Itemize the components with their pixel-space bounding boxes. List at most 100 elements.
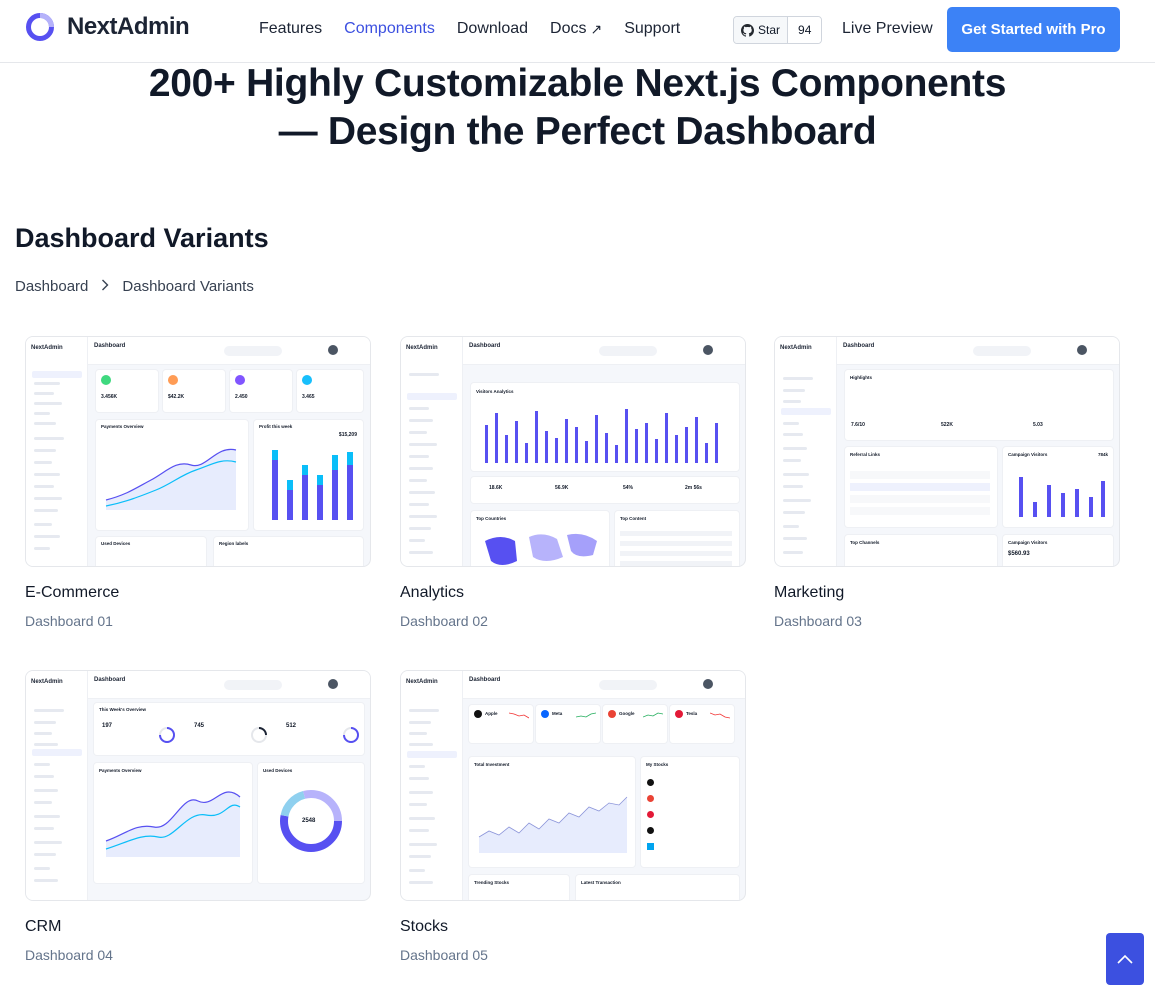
mini-topbar: Dashboard (463, 671, 745, 699)
mini-ticker-name: Meta (552, 711, 563, 716)
mini-stat-card: 3.465 (297, 370, 363, 412)
mini-topbar: Dashboard (88, 671, 370, 699)
mini-stat-card: 2.450 (230, 370, 292, 412)
nav-label: Docs (550, 20, 587, 37)
mini-stat-value: 3.465 (302, 394, 315, 400)
mini-progress-rings (159, 727, 359, 743)
mini-dashboard: NextAdmin Dashboard (775, 337, 1119, 566)
brand-logo[interactable]: NextAdmin (25, 12, 190, 42)
mini-stat-value: 2.450 (235, 394, 248, 400)
mini-bar-chart (1019, 477, 1105, 517)
dashboard-card-crm[interactable]: NextAdmin Dashboard This Week's Overview… (25, 670, 371, 963)
github-star-button[interactable]: Star 94 (733, 16, 823, 44)
dashboard-thumbnail[interactable]: NextAdmin Dashboard (25, 670, 371, 901)
mini-ticker-card: Apple (469, 705, 533, 743)
card-subtitle: Dashboard 01 (25, 613, 113, 629)
nav-support[interactable]: Support (624, 20, 680, 38)
main-nav: Features Components Download Docs ↗ Suppo… (259, 20, 702, 38)
mini-stat-value: 56.9K (555, 485, 569, 491)
mini-stat-value: 18.6K (489, 485, 503, 491)
mini-investment-chart: Total Investment (469, 757, 635, 867)
mini-payments-chart: Payments Overview (94, 763, 252, 883)
card-subtitle: Dashboard 05 (400, 947, 488, 963)
mini-devices-chart: Used Devices 2548 (258, 763, 364, 883)
mini-content-panel: Top Content (615, 511, 739, 566)
scroll-to-top-button[interactable] (1106, 933, 1144, 985)
nav-features[interactable]: Features (259, 20, 322, 38)
mini-profit-chart: Profit this week $15,209 (254, 420, 363, 530)
dashboard-thumbnail[interactable]: NextAdmin Dashboard (25, 336, 371, 567)
mini-highlights: Highlights 7.6/10 522K 5.03 (845, 370, 1113, 440)
mini-logo: NextAdmin (406, 345, 438, 351)
card-subtitle: Dashboard 02 (400, 613, 488, 629)
mini-topbar: Dashboard (88, 337, 370, 365)
nav-docs[interactable]: Docs ↗ (550, 20, 602, 38)
nav-label: Support (624, 20, 681, 37)
mini-sidebar: NextAdmin (401, 671, 463, 900)
mini-title: Dashboard (94, 677, 126, 683)
mini-stat-value: 2m 56s (685, 485, 702, 491)
github-star-label: Star (758, 23, 781, 37)
mini-title: Dashboard (94, 343, 126, 349)
mini-stat-card: $42.2K (163, 370, 225, 412)
mini-panel-title: Trending Stocks (474, 880, 510, 885)
mini-panel-title: Top Content (620, 516, 647, 521)
mini-panel-title: Latest Transaction (581, 880, 621, 885)
nav-download[interactable]: Download (457, 20, 528, 38)
mini-week-overview: This Week's Overview 197 745 512 (94, 703, 364, 755)
card-title: E-Commerce (25, 584, 120, 601)
mini-stat-value: $560.93 (1008, 551, 1030, 557)
mini-dashboard: NextAdmin Dashboard (401, 671, 745, 900)
mini-my-stocks: My Stocks (641, 757, 739, 867)
mini-title: Dashboard (469, 677, 501, 683)
mini-logo: NextAdmin (31, 345, 63, 351)
breadcrumb-dashboard[interactable]: Dashboard (15, 278, 88, 295)
heading-line-2: — Design the Perfect Dashboard (278, 110, 877, 153)
mini-panel-title: Used Devices (101, 541, 131, 546)
mini-sidebar: NextAdmin (26, 671, 88, 900)
dashboard-thumbnail[interactable]: NextAdmin Dashboard (774, 336, 1120, 567)
get-started-pro-button[interactable]: Get Started with Pro (947, 7, 1120, 52)
mini-ticker-card: Tesla (670, 705, 734, 743)
mini-sidebar: NextAdmin (401, 337, 463, 566)
card-subtitle: Dashboard 04 (25, 947, 113, 963)
mini-dashboard: NextAdmin Dashboard (401, 337, 745, 566)
dashboard-thumbnail[interactable]: NextAdmin Dashboard (400, 336, 746, 567)
mini-panel: Region labels (214, 537, 363, 566)
mini-logo: NextAdmin (780, 345, 812, 351)
mini-sparkline (576, 712, 596, 718)
mini-stats-row: 18.6K 56.9K 54% 2m 56s (471, 477, 739, 503)
dashboard-thumbnail[interactable]: NextAdmin Dashboard (400, 670, 746, 901)
mini-panel-title: Referral Links (850, 452, 881, 457)
live-preview-link[interactable]: Live Preview (842, 20, 933, 38)
mini-logo: NextAdmin (406, 679, 438, 685)
mini-sparkline (509, 712, 529, 719)
nav-label: Features (259, 20, 323, 37)
mini-stat-value: 5.03 (1033, 422, 1043, 428)
mini-panel: Latest Transaction (576, 875, 739, 900)
dashboard-card-stocks[interactable]: NextAdmin Dashboard Apple Meta Google Te… (400, 670, 746, 963)
dashboard-card-analytics[interactable]: NextAdmin Dashboard Visitors Analytics 1… (400, 336, 746, 629)
mini-panel: Top Channels (845, 535, 997, 566)
breadcrumb-current: Dashboard Variants (122, 278, 254, 295)
nav-label: Download (456, 20, 529, 37)
mini-stat-value: 54% (623, 485, 634, 491)
dashboard-card-ecommerce[interactable]: NextAdmin Dashboard 3.456K $42.2K 2.450 … (25, 336, 371, 629)
mini-ticker-name: Tesla (686, 711, 698, 716)
nav-components[interactable]: Components (344, 20, 435, 38)
dashboard-card-marketing[interactable]: NextAdmin Dashboard Highlights 7.6/10 52… (774, 336, 1120, 629)
mini-sparkline (643, 712, 663, 718)
mini-panel-title: Highlights (850, 375, 872, 380)
mini-campaign-chart: Campaign Visitors 784k (1003, 447, 1113, 527)
mini-donut-value: 2548 (302, 818, 316, 824)
mini-stat-value: $42.2K (168, 394, 185, 400)
mini-dashboard: NextAdmin Dashboard (26, 337, 370, 566)
mini-sidebar: NextAdmin (26, 337, 88, 566)
github-star-count: 94 (788, 17, 822, 43)
mini-panel: Trending Stocks (469, 875, 569, 900)
heading-line-1: 200+ Highly Customizable Next.js Compone… (148, 62, 1007, 105)
mini-referral-links: Referral Links (845, 447, 997, 527)
github-star-label-wrap: Star (734, 17, 789, 43)
card-title: CRM (25, 918, 62, 935)
mini-panel: Used Devices (96, 537, 206, 566)
